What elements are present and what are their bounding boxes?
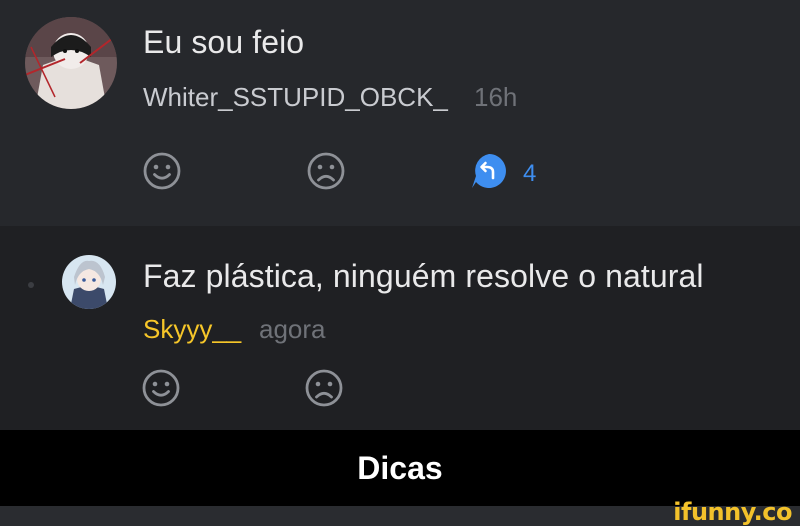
username[interactable]: Skyyy__ [143,314,241,345]
smile-icon[interactable] [142,151,182,191]
frown-icon[interactable] [306,151,346,191]
frown-icon[interactable] [304,368,344,408]
timestamp: 16h [474,82,518,112]
avatar-image [25,17,117,109]
smile-icon[interactable] [141,368,181,408]
watermark-logo: ifunny.co [673,498,792,526]
thread-bullet [28,282,34,288]
username[interactable]: Whiter_SSTUPID_OBCK_ [143,82,448,113]
caption-bar: Dicas [0,430,800,506]
avatar-image [62,255,116,309]
comment-item: Eu sou feio Whiter_SSTUPID_OBCK_ 16h 4 [0,0,800,226]
reply-comment-item: Faz plástica, ninguém resolve o natural … [0,226,800,430]
avatar[interactable] [25,17,117,109]
reply-count[interactable]: 4 [523,160,536,188]
caption-text: Dicas [357,449,443,486]
avatar[interactable] [62,255,116,309]
comment-text: Eu sou feio [143,24,305,60]
comment-text: Faz plástica, ninguém resolve o natural [143,258,704,294]
timestamp: agora [259,314,326,344]
reply-icon[interactable] [469,151,509,191]
